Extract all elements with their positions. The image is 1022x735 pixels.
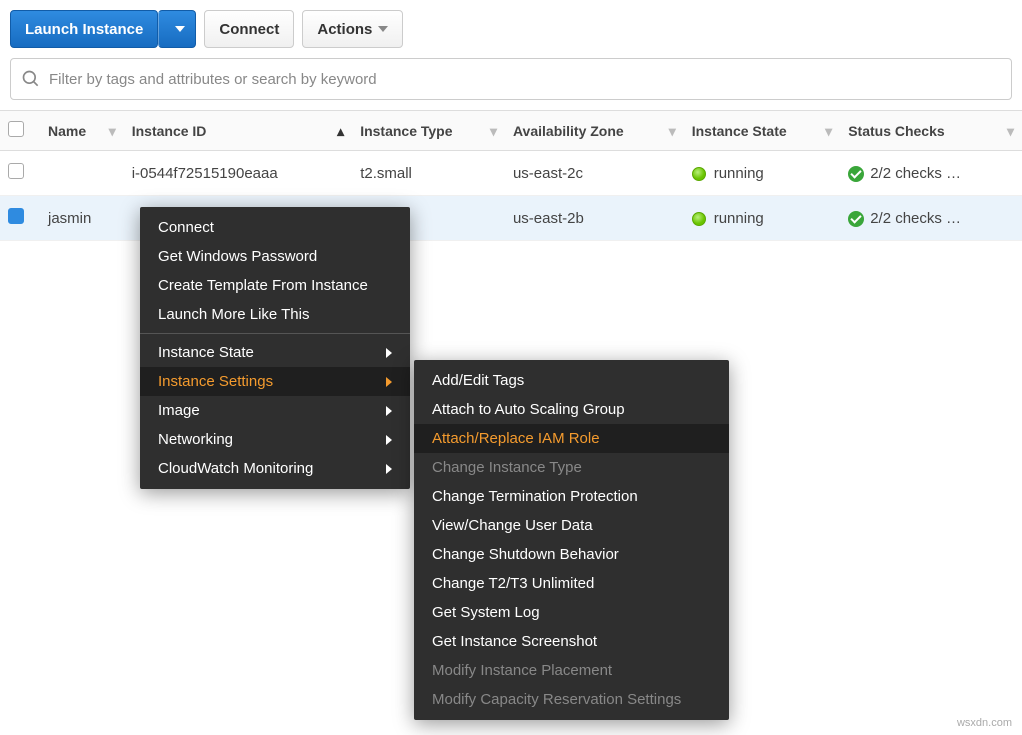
connect-label: Connect [219,21,279,38]
submenu-item[interactable]: Attach to Auto Scaling Group [414,395,729,424]
col-status[interactable]: Status Checks▾ [840,111,1022,151]
filter-bar[interactable] [10,58,1012,100]
chevron-right-icon [386,464,392,474]
cell-state: running [684,151,840,196]
chevron-right-icon [386,406,392,416]
search-icon [21,69,41,89]
row-checkbox[interactable] [8,208,24,224]
submenu-item[interactable]: Change Termination Protection [414,482,729,511]
submenu-item[interactable]: View/Change User Data [414,511,729,540]
sort-icon: ▾ [669,123,676,140]
status-dot-icon [692,167,706,181]
menu-divider [140,333,410,334]
chevron-right-icon [386,348,392,358]
col-instance-id[interactable]: Instance ID▴ [124,111,352,151]
submenu-item[interactable]: Get Instance Screenshot [414,627,729,656]
menu-item-parent[interactable]: Image [140,396,410,425]
watermark: wsxdn.com [957,717,1012,729]
col-az[interactable]: Availability Zone▾ [505,111,684,151]
menu-item-parent[interactable]: CloudWatch Monitoring [140,454,410,483]
submenu-item[interactable]: Get System Log [414,598,729,627]
actions-button[interactable]: Actions [302,10,403,48]
cell-az: us-east-2b [505,196,684,241]
launch-instance-label: Launch Instance [25,21,143,38]
row-checkbox[interactable] [8,163,24,179]
menu-item-parent[interactable]: Instance Settings [140,367,410,396]
filter-input[interactable] [49,71,1001,88]
col-state[interactable]: Instance State▾ [684,111,840,151]
submenu-item: Modify Capacity Reservation Settings [414,685,729,714]
check-icon [848,166,864,182]
status-dot-icon [692,212,706,226]
menu-item-parent[interactable]: Instance State [140,338,410,367]
launch-instance-button[interactable]: Launch Instance [10,10,158,48]
cell-instance-id: i-0544f72515190eaaa [124,151,352,196]
cell-az: us-east-2c [505,151,684,196]
table-row[interactable]: i-0544f72515190eaaa t2.small us-east-2c … [0,151,1022,196]
sort-icon: ▾ [490,123,497,140]
caret-down-icon [378,26,388,32]
connect-button[interactable]: Connect [204,10,294,48]
actions-label: Actions [317,21,372,38]
menu-item[interactable]: Get Windows Password [140,242,410,271]
cell-status: 2/2 checks … [840,196,1022,241]
submenu-item: Modify Instance Placement [414,656,729,685]
cell-state: running [684,196,840,241]
select-all-checkbox[interactable] [8,121,24,137]
submenu-item[interactable]: Attach/Replace IAM Role [414,424,729,453]
submenu-item[interactable]: Add/Edit Tags [414,366,729,395]
context-menu[interactable]: ConnectGet Windows PasswordCreate Templa… [140,207,410,489]
sort-icon: ▾ [109,123,116,140]
sort-icon: ▴ [337,123,344,140]
sort-icon: ▾ [825,123,832,140]
caret-down-icon [175,26,185,32]
submenu-item: Change Instance Type [414,453,729,482]
cell-status: 2/2 checks … [840,151,1022,196]
launch-instance-dropdown[interactable] [158,10,196,48]
submenu-item[interactable]: Change Shutdown Behavior [414,540,729,569]
menu-item[interactable]: Create Template From Instance [140,271,410,300]
menu-item-parent[interactable]: Networking [140,425,410,454]
sort-icon: ▾ [1007,123,1014,140]
menu-item[interactable]: Launch More Like This [140,300,410,329]
cell-name [40,151,124,196]
chevron-right-icon [386,435,392,445]
col-instance-type[interactable]: Instance Type▾ [352,111,505,151]
toolbar: Launch Instance Connect Actions [0,0,1022,58]
context-submenu[interactable]: Add/Edit TagsAttach to Auto Scaling Grou… [414,360,729,720]
cell-name: jasmin [40,196,124,241]
chevron-right-icon [386,377,392,387]
col-name[interactable]: Name▾ [40,111,124,151]
cell-instance-type: t2.small [352,151,505,196]
submenu-item[interactable]: Change T2/T3 Unlimited [414,569,729,598]
menu-item[interactable]: Connect [140,213,410,242]
check-icon [848,211,864,227]
